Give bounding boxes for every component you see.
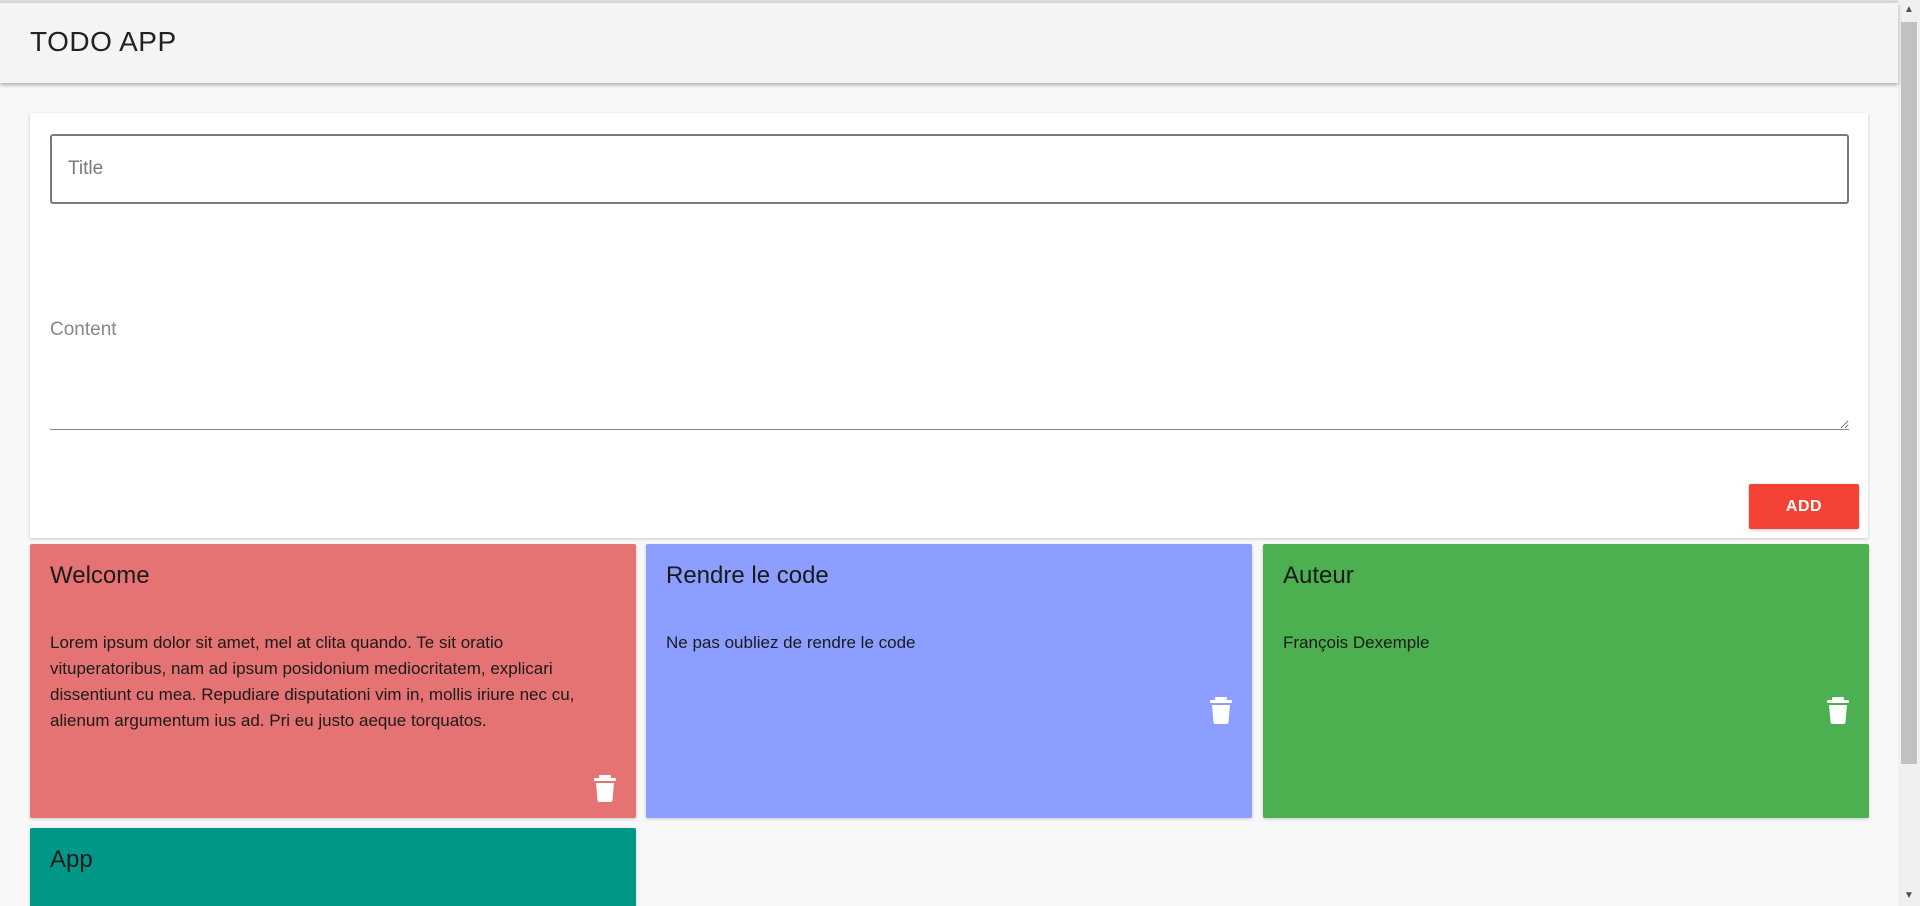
scrollbar-thumb[interactable] <box>1901 22 1917 764</box>
note-title: Welcome <box>50 562 150 589</box>
trash-icon[interactable] <box>1209 696 1233 724</box>
note-card-welcome: Welcome Lorem ipsum dolor sit amet, mel … <box>30 544 636 818</box>
note-card-auteur: Auteur François Dexemple <box>1263 544 1869 818</box>
content-textarea[interactable] <box>50 303 1849 430</box>
app-title: TODO APP <box>30 26 177 57</box>
todo-app-page: TODO APP ADD Welcome Lorem ipsum dolor s… <box>0 0 1920 906</box>
note-title: Auteur <box>1283 562 1354 589</box>
new-note-form: ADD <box>30 113 1868 538</box>
note-card-app: App <box>30 828 636 906</box>
trash-icon[interactable] <box>593 774 617 802</box>
trash-icon[interactable] <box>1826 696 1850 724</box>
scroll-down-arrow-icon[interactable]: ▼ <box>1898 886 1920 906</box>
note-content: Lorem ipsum dolor sit amet, mel at clita… <box>50 633 575 730</box>
vertical-scrollbar[interactable]: ▲ ▼ <box>1898 0 1920 906</box>
app-bar: TODO APP <box>0 3 1898 83</box>
note-title: App <box>50 846 93 873</box>
note-content: François Dexemple <box>1283 633 1430 652</box>
note-card-rendre-le-code: Rendre le code Ne pas oubliez de rendre … <box>646 544 1252 818</box>
title-input[interactable] <box>50 134 1849 204</box>
note-title: Rendre le code <box>666 562 829 589</box>
scroll-up-arrow-icon[interactable]: ▲ <box>1898 0 1920 20</box>
add-button[interactable]: ADD <box>1749 484 1859 529</box>
note-content: Ne pas oubliez de rendre le code <box>666 633 916 652</box>
